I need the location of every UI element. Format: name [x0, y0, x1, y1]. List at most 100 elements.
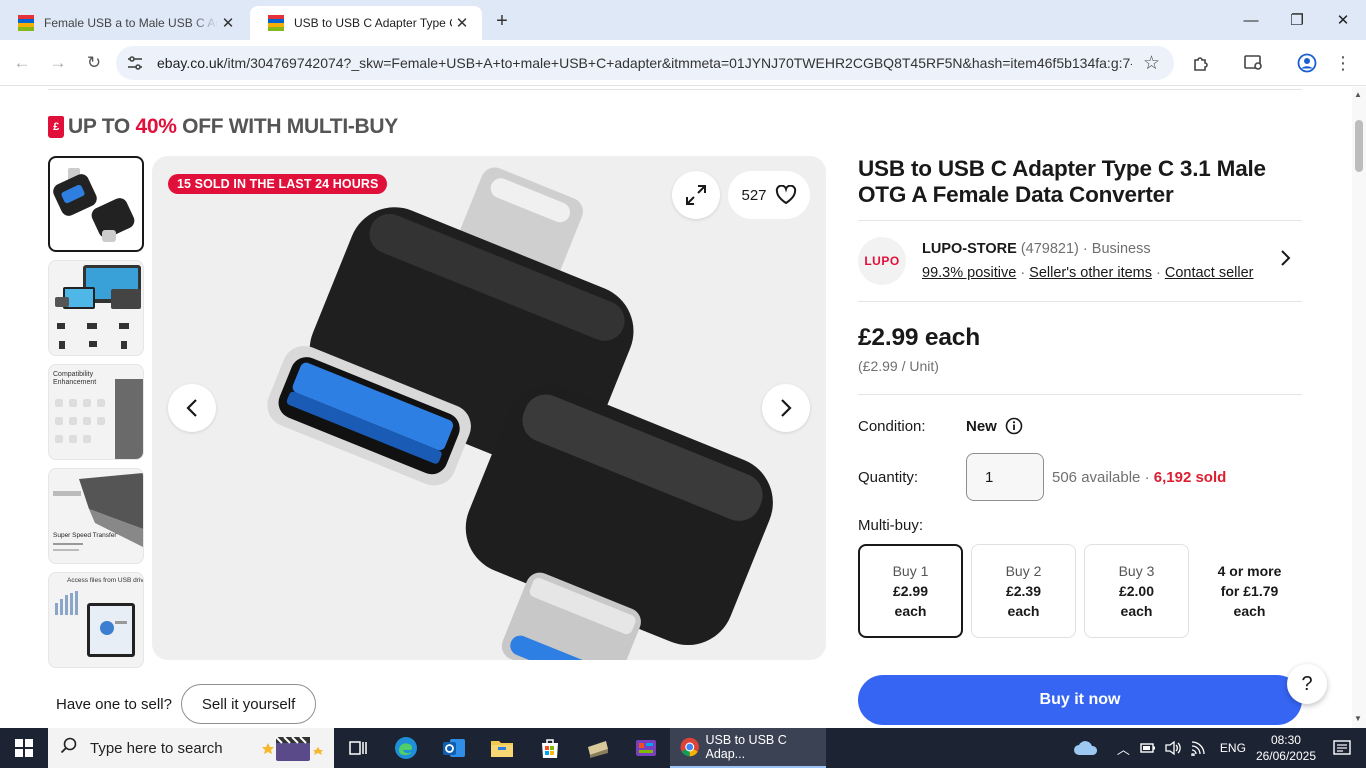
- thumbnail-4[interactable]: Super Speed Transfer: [48, 468, 144, 564]
- forward-button[interactable]: →: [45, 50, 71, 76]
- condition-label: Condition:: [858, 417, 926, 435]
- multibuy-option-2[interactable]: Buy 2 £2.39 each: [971, 544, 1076, 638]
- product-title: USB to USB C Adapter Type C 3.1 Male OTG…: [858, 156, 1266, 207]
- tab-title: USB to USB C Adapter Type C 3: [294, 16, 452, 30]
- watchlist-button[interactable]: 527: [728, 171, 810, 219]
- speed-thumb-image: Super Speed Transfer: [53, 473, 143, 551]
- tab-title: Female USB a to Male USB C Ad: [44, 16, 218, 30]
- reload-button[interactable]: ↻: [81, 50, 107, 76]
- scroll-up-arrow[interactable]: ▲: [1354, 90, 1362, 99]
- system-tray: ︿ ENG 08:30 26/06/2025: [1073, 728, 1366, 768]
- multibuy-option-4: 4 or more for £1.79 each: [1217, 563, 1282, 619]
- search-highlight-art: [262, 736, 323, 761]
- app-scanner-icon[interactable]: [574, 728, 622, 768]
- buy-it-now-button[interactable]: Buy it now: [858, 675, 1302, 725]
- battery-icon[interactable]: [1140, 741, 1156, 755]
- quantity-input[interactable]: 1: [966, 453, 1044, 501]
- tab-strip: Female USB a to Male USB C Ad ✕ USB to U…: [0, 0, 1366, 40]
- url-text[interactable]: ebay.co.uk/itm/304769742074?_skw=Female+…: [157, 55, 1132, 71]
- sold-last-24h-badge: 15 SOLD IN THE LAST 24 HOURS: [168, 174, 388, 194]
- app-colorful-icon[interactable]: [622, 728, 670, 768]
- seller-card[interactable]: LUPO LUPO-STORE (479821) · Business 99.3…: [858, 221, 1302, 301]
- back-button[interactable]: ←: [9, 50, 35, 76]
- bookmark-star-icon[interactable]: ☆: [1143, 52, 1160, 75]
- thumbnail-2[interactable]: [48, 260, 144, 356]
- microsoft-store-icon[interactable]: [526, 728, 574, 768]
- outlook-icon[interactable]: [430, 728, 478, 768]
- taskbar-search[interactable]: Type here to search: [48, 728, 334, 768]
- sold-count: 6,192 sold: [1153, 468, 1227, 486]
- scroll-down-arrow[interactable]: ▼: [1354, 714, 1362, 723]
- multibuy-option-3[interactable]: Buy 3 £2.00 each: [1084, 544, 1189, 638]
- next-image-button[interactable]: [762, 384, 810, 432]
- condition-value: New: [966, 417, 997, 435]
- seller-name[interactable]: LUPO-STORE: [922, 241, 1017, 257]
- network-icon[interactable]: [1190, 740, 1208, 756]
- browser-toolbar: ← → ↻ ebay.co.uk/itm/304769742074?_skw=F…: [0, 40, 1366, 86]
- divider: [858, 394, 1302, 395]
- adapter-product-image: [267, 167, 773, 660]
- minimize-button[interactable]: —: [1228, 0, 1274, 40]
- sell-yours-row: Have one to sell? Sell it yourself: [56, 684, 317, 724]
- header-divider: [48, 87, 1302, 90]
- multibuy-label: Multi-buy:: [858, 517, 924, 534]
- clock[interactable]: 08:30 26/06/2025: [1256, 732, 1316, 764]
- scrollbar-thumb[interactable]: [1355, 120, 1363, 172]
- page-scrollbar[interactable]: ▲ ▼: [1352, 87, 1366, 728]
- sellers-other-items-link[interactable]: Seller's other items: [1029, 265, 1152, 281]
- svg-text:Enhancement: Enhancement: [53, 379, 96, 386]
- quantity-row: Quantity: 1 506 available · 6,192 sold: [858, 453, 1302, 501]
- site-info-icon[interactable]: [126, 54, 144, 72]
- contact-seller-link[interactable]: Contact seller: [1165, 265, 1254, 281]
- item-price: £2.99 each: [858, 324, 980, 351]
- tab-female-usb[interactable]: Female USB a to Male USB C Ad ✕: [0, 6, 248, 40]
- sell-question: Have one to sell?: [56, 695, 172, 713]
- file-explorer-icon[interactable]: [478, 728, 526, 768]
- positive-feedback-link[interactable]: 99.3% positive: [922, 265, 1016, 281]
- extensions-icon[interactable]: [1188, 50, 1214, 76]
- thumbnail-3[interactable]: Compatibility Enhancement: [48, 364, 144, 460]
- browser-menu-icon[interactable]: ⋮: [1330, 50, 1356, 76]
- chevron-right-icon[interactable]: [1280, 249, 1292, 273]
- reading-list-icon[interactable]: [1241, 50, 1267, 76]
- expand-image-button[interactable]: [672, 171, 720, 219]
- close-window-button[interactable]: ✕: [1320, 0, 1366, 40]
- info-icon[interactable]: [1005, 417, 1023, 435]
- start-button[interactable]: [0, 728, 48, 768]
- seller-logo[interactable]: LUPO: [858, 237, 906, 285]
- multibuy-option-1[interactable]: Buy 1 £2.99 each: [858, 544, 963, 638]
- help-button[interactable]: ?: [1287, 664, 1327, 704]
- main-image-gallery[interactable]: 15 SOLD IN THE LAST 24 HOURS 527: [152, 156, 826, 660]
- price-tag-icon: £: [48, 116, 64, 138]
- new-tab-button[interactable]: +: [490, 9, 514, 33]
- task-view-icon[interactable]: [334, 728, 382, 768]
- show-hidden-icons-chevron-icon[interactable]: ︿: [1117, 739, 1130, 758]
- close-tab-icon[interactable]: ✕: [452, 13, 472, 33]
- tab-usb-adapter[interactable]: USB to USB C Adapter Type C 3 ✕: [250, 6, 482, 40]
- close-tab-icon[interactable]: ✕: [218, 13, 238, 33]
- notifications-icon[interactable]: [1332, 739, 1352, 757]
- language-indicator[interactable]: ENG: [1220, 741, 1246, 755]
- svg-text:Access files from USB drive: Access files from USB drive: [67, 577, 143, 584]
- unit-price: (£2.99 / Unit): [858, 358, 939, 374]
- search-placeholder: Type here to search: [90, 739, 223, 757]
- clock-time: 08:30: [1270, 733, 1301, 747]
- edge-icon[interactable]: [382, 728, 430, 768]
- address-bar[interactable]: ebay.co.uk/itm/304769742074?_skw=Female+…: [116, 46, 1174, 80]
- weather-cloud-icon[interactable]: [1073, 739, 1099, 757]
- search-icon: [60, 737, 78, 760]
- volume-icon[interactable]: [1164, 740, 1182, 756]
- thumbnail-5[interactable]: Access files from USB drive: [48, 572, 144, 668]
- clock-date: 26/06/2025: [1255, 749, 1316, 763]
- restore-button[interactable]: ❐: [1274, 0, 1320, 40]
- condition-row: Condition: New: [858, 417, 1302, 435]
- quantity-label: Quantity:: [858, 468, 919, 486]
- ebay-favicon: [268, 15, 284, 31]
- previous-image-button[interactable]: [168, 384, 216, 432]
- divider: [858, 301, 1302, 302]
- windows-taskbar: Type here to search USB to USB C Adap...…: [0, 728, 1366, 768]
- sell-it-yourself-button[interactable]: Sell it yourself: [180, 684, 317, 724]
- chrome-taskbar-button[interactable]: USB to USB C Adap...: [670, 728, 826, 768]
- profile-icon[interactable]: [1294, 50, 1320, 76]
- thumbnail-1[interactable]: [48, 156, 144, 252]
